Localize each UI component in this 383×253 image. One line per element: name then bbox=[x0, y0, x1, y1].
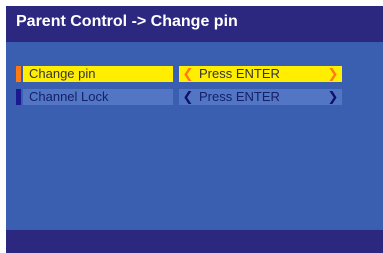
menu-item-label: Channel Lock bbox=[23, 89, 173, 105]
menu-item-label: Change pin bbox=[23, 66, 173, 82]
menu-item-value-selector[interactable]: ❮ Press ENTER ❯ bbox=[179, 89, 342, 105]
menu-item-value-selector[interactable]: ❮ Press ENTER ❯ bbox=[179, 66, 342, 82]
selection-marker bbox=[16, 66, 21, 82]
page-title: Parent Control -> Change pin bbox=[16, 13, 238, 30]
chevron-left-icon[interactable]: ❮ bbox=[182, 66, 194, 82]
osd-screen: Parent Control -> Change pin Change pin … bbox=[6, 6, 383, 253]
chevron-left-icon[interactable]: ❮ bbox=[182, 89, 194, 105]
menu-item-value: Press ENTER bbox=[199, 66, 280, 81]
header-bar: Parent Control -> Change pin bbox=[6, 6, 383, 42]
menu-item-channel-lock[interactable]: Channel Lock ❮ Press ENTER ❯ bbox=[16, 89, 342, 105]
chevron-right-icon[interactable]: ❯ bbox=[327, 66, 339, 82]
menu-item-value: Press ENTER bbox=[199, 89, 280, 104]
menu-item-change-pin[interactable]: Change pin ❮ Press ENTER ❯ bbox=[16, 66, 342, 82]
item-marker bbox=[16, 89, 21, 105]
chevron-right-icon[interactable]: ❯ bbox=[327, 89, 339, 105]
footer-bar bbox=[6, 230, 383, 253]
